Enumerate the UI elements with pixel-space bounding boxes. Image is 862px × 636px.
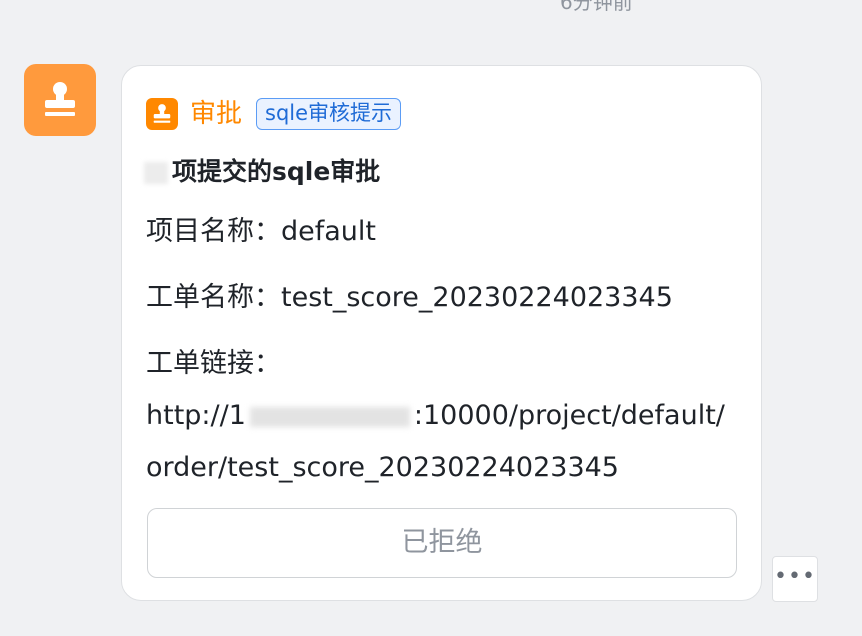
app-name: 审批 xyxy=(190,99,243,129)
order-link[interactable]: http://1 :10000/project/default/ xyxy=(146,396,725,436)
subtitle-text: 项提交的sqle审批 xyxy=(172,157,381,186)
order-label: 工单名称： xyxy=(146,282,281,313)
sender-avatar[interactable] xyxy=(24,64,96,136)
approval-app-icon xyxy=(146,98,178,130)
stamp-icon xyxy=(153,104,171,123)
project-value: default xyxy=(281,216,377,247)
rejected-status-button[interactable]: 已拒绝 xyxy=(147,508,737,578)
link-prefix[interactable]: http://1 xyxy=(146,400,246,431)
redacted-host xyxy=(249,406,410,427)
order-link-continued[interactable]: order/test_score_20230224023345 xyxy=(146,448,619,488)
stamp-icon xyxy=(45,82,75,116)
redacted-name xyxy=(144,162,168,184)
link-field: 工单链接： xyxy=(146,344,281,384)
project-field: 项目名称：default xyxy=(146,212,376,252)
link-suffix[interactable]: :10000/project/default/ xyxy=(414,400,725,431)
card-subtitle: 项提交的sqle审批 xyxy=(144,154,380,190)
approval-card: 审批 sqle审核提示 项提交的sqle审批 项目名称：default 工单名称… xyxy=(121,65,762,601)
project-label: 项目名称： xyxy=(146,216,281,247)
card-tag: sqle审核提示 xyxy=(256,98,402,130)
order-field: 工单名称：test_score_20230224023345 xyxy=(146,278,673,318)
card-header: 审批 sqle审核提示 xyxy=(146,96,402,132)
order-value: test_score_20230224023345 xyxy=(281,282,673,313)
message-timestamp: 6分钟前 xyxy=(560,0,633,14)
link-label: 工单链接： xyxy=(146,348,281,379)
more-icon[interactable]: ••• xyxy=(772,556,818,602)
